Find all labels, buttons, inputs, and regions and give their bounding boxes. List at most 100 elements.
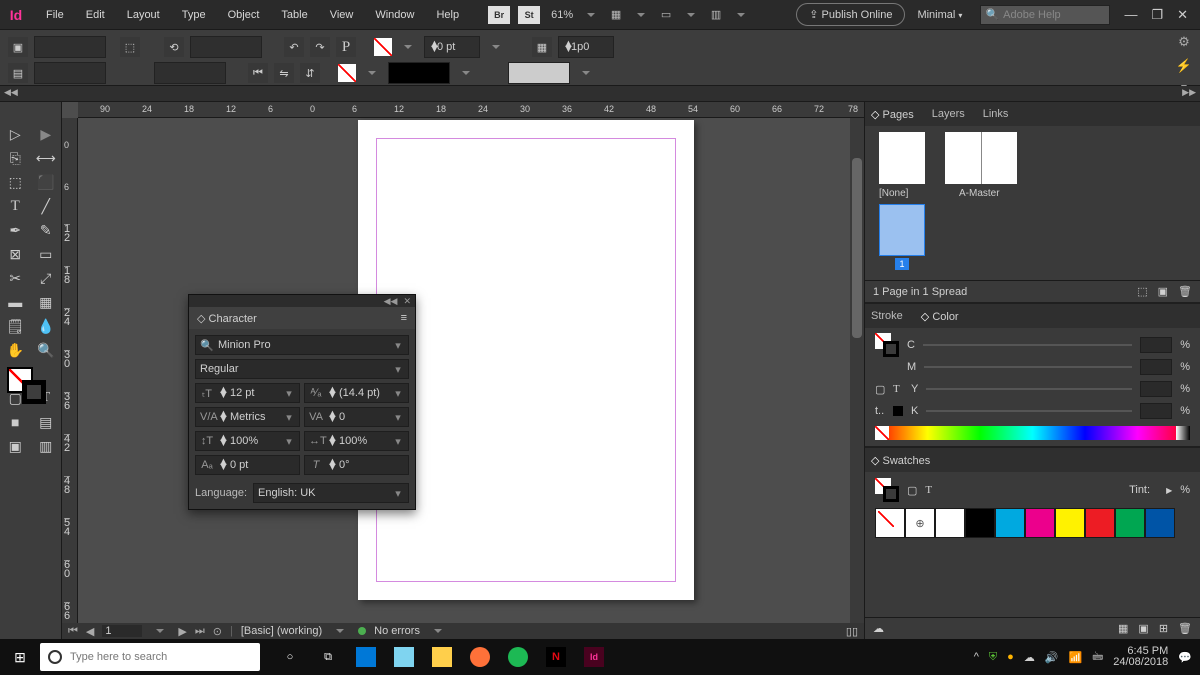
free-transform-icon[interactable]: ⤢ xyxy=(31,266,62,290)
panel-close-icon[interactable]: ✕ xyxy=(403,296,411,307)
tray-lang-icon[interactable]: 🖮 xyxy=(1092,648,1103,667)
window-close-icon[interactable]: ✕ xyxy=(1177,7,1188,23)
cloud-icon[interactable]: ☁ xyxy=(873,622,884,635)
unit-icon[interactable]: ⬚ xyxy=(120,37,140,57)
tab-stroke[interactable]: Stroke xyxy=(871,310,903,322)
stroke-preview[interactable] xyxy=(388,62,450,84)
swatch-paper[interactable] xyxy=(935,508,965,538)
page-number-input[interactable]: 1 xyxy=(102,625,142,637)
chevron-down-icon[interactable]: ▾ xyxy=(283,411,295,424)
tray-volume-icon[interactable]: 🔊 xyxy=(1045,651,1059,664)
chevron-down-icon[interactable]: ▾ xyxy=(392,339,404,352)
flip-v-icon[interactable]: ⇵ xyxy=(300,63,320,83)
gradient-swatch-icon[interactable]: ▬ xyxy=(0,290,31,314)
tab-swatches[interactable]: ◇ Swatches xyxy=(871,454,930,467)
edit-page-size-icon[interactable]: ⬚ xyxy=(1137,285,1147,298)
gpu-icon[interactable]: ⚡ xyxy=(1176,58,1192,74)
chevron-down-icon[interactable]: ▾ xyxy=(392,411,404,424)
font-family-input[interactable]: 🔍 Minion Pro ▾ xyxy=(195,335,409,355)
baseline-shift-input[interactable]: Aₐ ▲▼ 0 pt xyxy=(195,455,300,475)
prev-page-icon[interactable]: ◀ xyxy=(86,625,94,638)
page-tool-icon[interactable]: ⎘ xyxy=(0,146,31,170)
text-icon[interactable]: T xyxy=(893,383,903,395)
menu-view[interactable]: View xyxy=(320,5,364,25)
menu-file[interactable]: File xyxy=(36,5,74,25)
weight-dd-icon[interactable] xyxy=(492,45,500,49)
scale-input[interactable] xyxy=(154,62,226,84)
taskbar-app-indesign[interactable]: Id xyxy=(576,639,612,675)
collapse-right-icon[interactable]: ▶▶ xyxy=(1182,87,1196,98)
stroke-weight-input[interactable]: ▲▼0 pt xyxy=(424,36,480,58)
swatch-fill-stroke-proxy[interactable] xyxy=(875,478,899,502)
menu-help[interactable]: Help xyxy=(426,5,469,25)
undo-icon[interactable]: ↶ xyxy=(284,37,304,57)
preflight-errors[interactable]: No errors xyxy=(374,625,420,637)
text-icon[interactable]: T xyxy=(925,484,932,496)
help-search-input[interactable]: 🔍 Adobe Help xyxy=(980,5,1110,25)
content-collector-icon[interactable]: ⬚ xyxy=(0,170,31,194)
character-panel-title[interactable]: ◇ Character xyxy=(197,312,257,325)
channel-c-input[interactable] xyxy=(1140,337,1172,353)
chevron-down-icon[interactable]: ▾ xyxy=(392,487,404,500)
horizontal-ruler[interactable]: 90 24 18 12 6 0 6 12 18 24 30 36 42 48 5… xyxy=(78,102,864,118)
arrange-icon[interactable]: ▥ xyxy=(706,5,726,25)
pencil-tool-icon[interactable]: ✎ xyxy=(31,218,62,242)
language-input[interactable]: English: UK ▾ xyxy=(253,483,409,503)
menu-object[interactable]: Object xyxy=(218,5,270,25)
delete-swatch-icon[interactable]: 🗑 xyxy=(1178,622,1192,635)
align-selection-icon[interactable]: ▣ xyxy=(8,37,28,57)
pages-panel-body[interactable]: [None] A-Master 1 xyxy=(865,126,1200,280)
stroke-swatch-icon[interactable] xyxy=(338,64,356,82)
taskbar-app-explorer[interactable] xyxy=(424,639,460,675)
taskbar-app-edge[interactable] xyxy=(348,639,384,675)
zoom-dropdown-icon[interactable] xyxy=(587,13,595,17)
tab-layers[interactable]: Layers xyxy=(932,108,965,120)
arrange-dd-icon[interactable] xyxy=(737,13,745,17)
gap-dd-icon[interactable] xyxy=(582,71,590,75)
tray-expand-icon[interactable]: ^ xyxy=(974,651,979,663)
container-icon[interactable]: ▢ xyxy=(907,484,917,497)
stroke-dd-icon[interactable] xyxy=(368,71,376,75)
chevron-down-icon[interactable]: ▾ xyxy=(283,387,295,400)
font-size-input[interactable]: ₜT ▲▼ 12 pt ▾ xyxy=(195,383,300,403)
window-minimize-icon[interactable]: — xyxy=(1124,7,1137,23)
swatch-black[interactable] xyxy=(965,508,995,538)
kerning-input[interactable]: V/A ▲▼ Metrics ▾ xyxy=(195,407,300,427)
color-spectrum[interactable] xyxy=(875,426,1190,440)
type-tool-icon[interactable]: T xyxy=(0,194,31,218)
taskbar-app-firefox[interactable] xyxy=(462,639,498,675)
tray-security-icon[interactable]: ⛨ xyxy=(989,651,997,664)
gap-tool-icon[interactable]: ⟷ xyxy=(31,146,62,170)
taskbar-app-notepad[interactable] xyxy=(386,639,422,675)
flip-h-icon[interactable]: ⇋ xyxy=(274,63,294,83)
collapse-left-icon[interactable]: ◀◀ xyxy=(4,87,18,98)
master-none-thumb[interactable] xyxy=(879,132,925,184)
rotation-input[interactable] xyxy=(190,36,262,58)
chevron-down-icon[interactable]: ▾ xyxy=(392,363,404,376)
swatch-green[interactable] xyxy=(1115,508,1145,538)
menu-window[interactable]: Window xyxy=(365,5,424,25)
leading-input[interactable]: ᴬ⁄ₐ ▲▼ (14.4 pt) ▾ xyxy=(304,383,409,403)
system-tray[interactable]: ^ ⛨ ● ☁ 🔊 📶 🖮 6:45 PM 24/08/2018 💬 xyxy=(974,646,1200,668)
tray-onedrive-icon[interactable]: ● xyxy=(1007,651,1014,663)
first-page-icon[interactable]: ⏮ xyxy=(68,625,78,638)
open-nav-icon[interactable]: ⊙ xyxy=(213,625,222,638)
apply-gradient-icon[interactable]: ▤ xyxy=(31,410,62,434)
font-style-input[interactable]: Regular ▾ xyxy=(195,359,409,379)
line-tool-icon[interactable]: ╱ xyxy=(31,194,62,218)
normal-view-icon[interactable]: ▣ xyxy=(0,434,31,458)
stock-icon[interactable]: St xyxy=(518,6,540,24)
corner-options-icon[interactable]: ▦ xyxy=(532,37,552,57)
screen-dd-icon[interactable] xyxy=(687,13,695,17)
channel-m-input[interactable] xyxy=(1140,359,1172,375)
new-swatch-icon[interactable]: ⊞ xyxy=(1159,622,1168,635)
content-placer-icon[interactable]: ⬛ xyxy=(31,170,62,194)
rectangle-tool-icon[interactable]: ▭ xyxy=(31,242,62,266)
stroke-proxy-icon[interactable] xyxy=(22,380,46,404)
errors-dd-icon[interactable] xyxy=(434,629,442,633)
tab-color[interactable]: ◇ Color xyxy=(921,310,959,323)
panel-collapse-icon[interactable]: ◀◀ xyxy=(384,296,398,307)
vertical-ruler[interactable]: 0 6 12 18 24 30 36 42 48 54 60 66 xyxy=(62,118,78,623)
menu-layout[interactable]: Layout xyxy=(117,5,170,25)
tint-dd-icon[interactable]: ▶ xyxy=(1166,486,1172,495)
